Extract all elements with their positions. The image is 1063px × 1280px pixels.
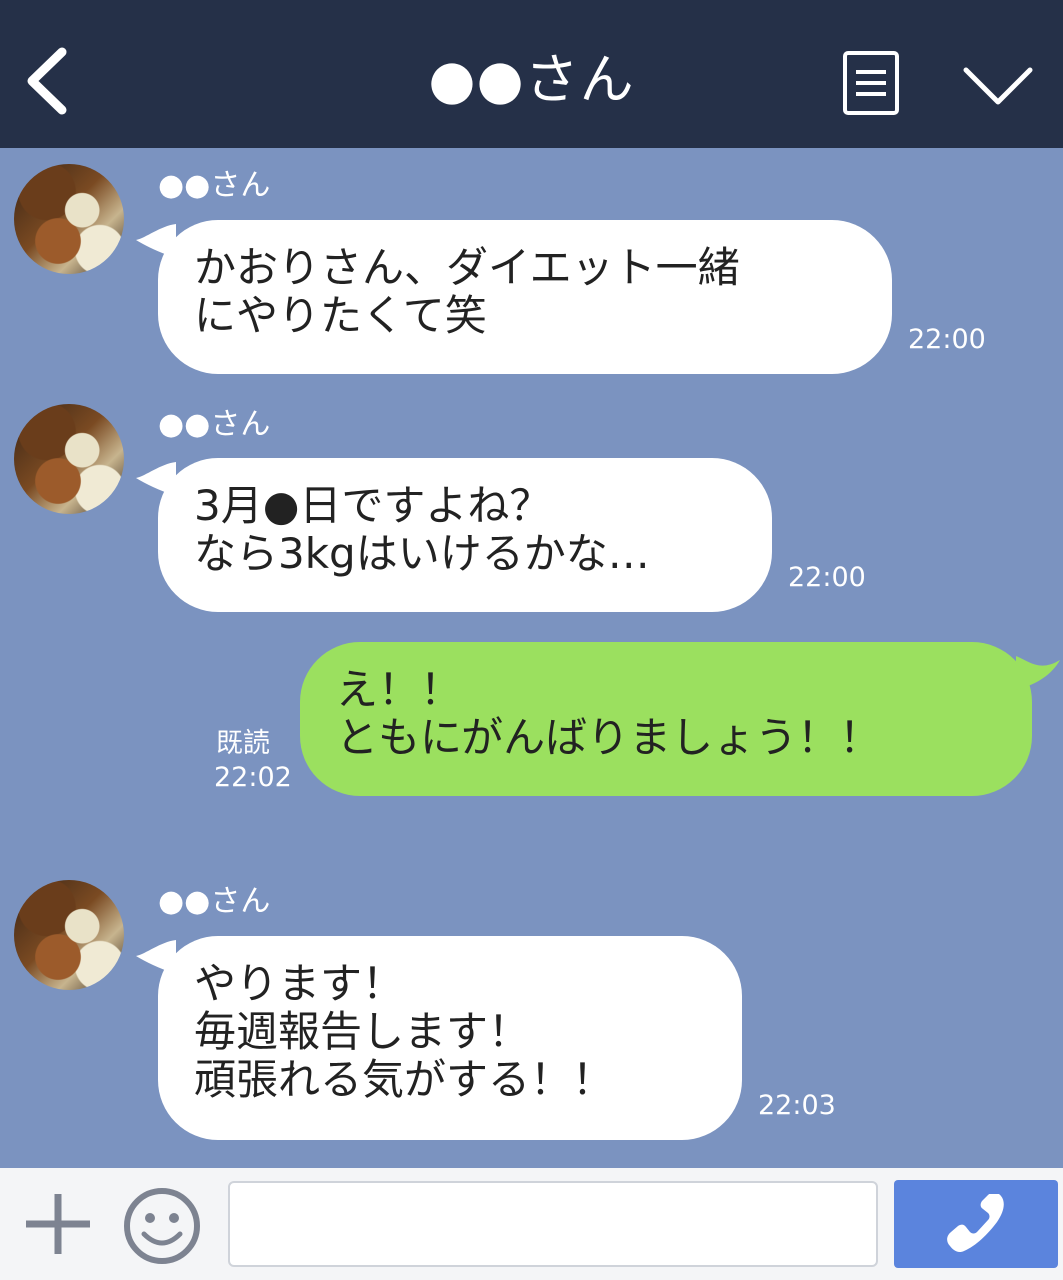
message-bubble-outgoing[interactable]: え！！ ともにがんばりましょう！！ (300, 642, 1032, 796)
avatar[interactable] (14, 404, 124, 514)
message-time: 22:00 (788, 562, 866, 593)
emoji-icon[interactable] (122, 1186, 202, 1266)
menu-icon[interactable] (842, 50, 900, 116)
message-bubble[interactable]: 3月●日ですよね？ なら3kgはいけるかな… (158, 458, 772, 612)
message-time: 22:03 (758, 1090, 836, 1121)
sender-name: ●●さん (158, 168, 271, 203)
chat-header: ●●さん (0, 0, 1063, 148)
avatar[interactable] (14, 164, 124, 274)
chevron-down-icon[interactable] (962, 64, 1034, 108)
message-time: 22:02 (214, 762, 292, 793)
chat-title: ●●さん (428, 48, 635, 111)
call-button[interactable] (894, 1180, 1058, 1268)
bubble-tail (1016, 656, 1060, 690)
phone-icon (947, 1194, 1004, 1253)
message-bubble[interactable]: かおりさん、ダイエット一緒 にやりたくて笑 (158, 220, 892, 374)
message-time: 22:00 (908, 324, 986, 355)
message-input[interactable] (228, 1181, 878, 1267)
read-receipt: 既読 (216, 728, 270, 759)
avatar[interactable] (14, 880, 124, 990)
message-bubble[interactable]: やります！ 毎週報告します！ 頑張れる気がする！！ (158, 936, 742, 1140)
sender-name: ●●さん (158, 884, 271, 919)
sender-name: ●●さん (158, 407, 271, 442)
plus-icon[interactable] (22, 1192, 94, 1256)
